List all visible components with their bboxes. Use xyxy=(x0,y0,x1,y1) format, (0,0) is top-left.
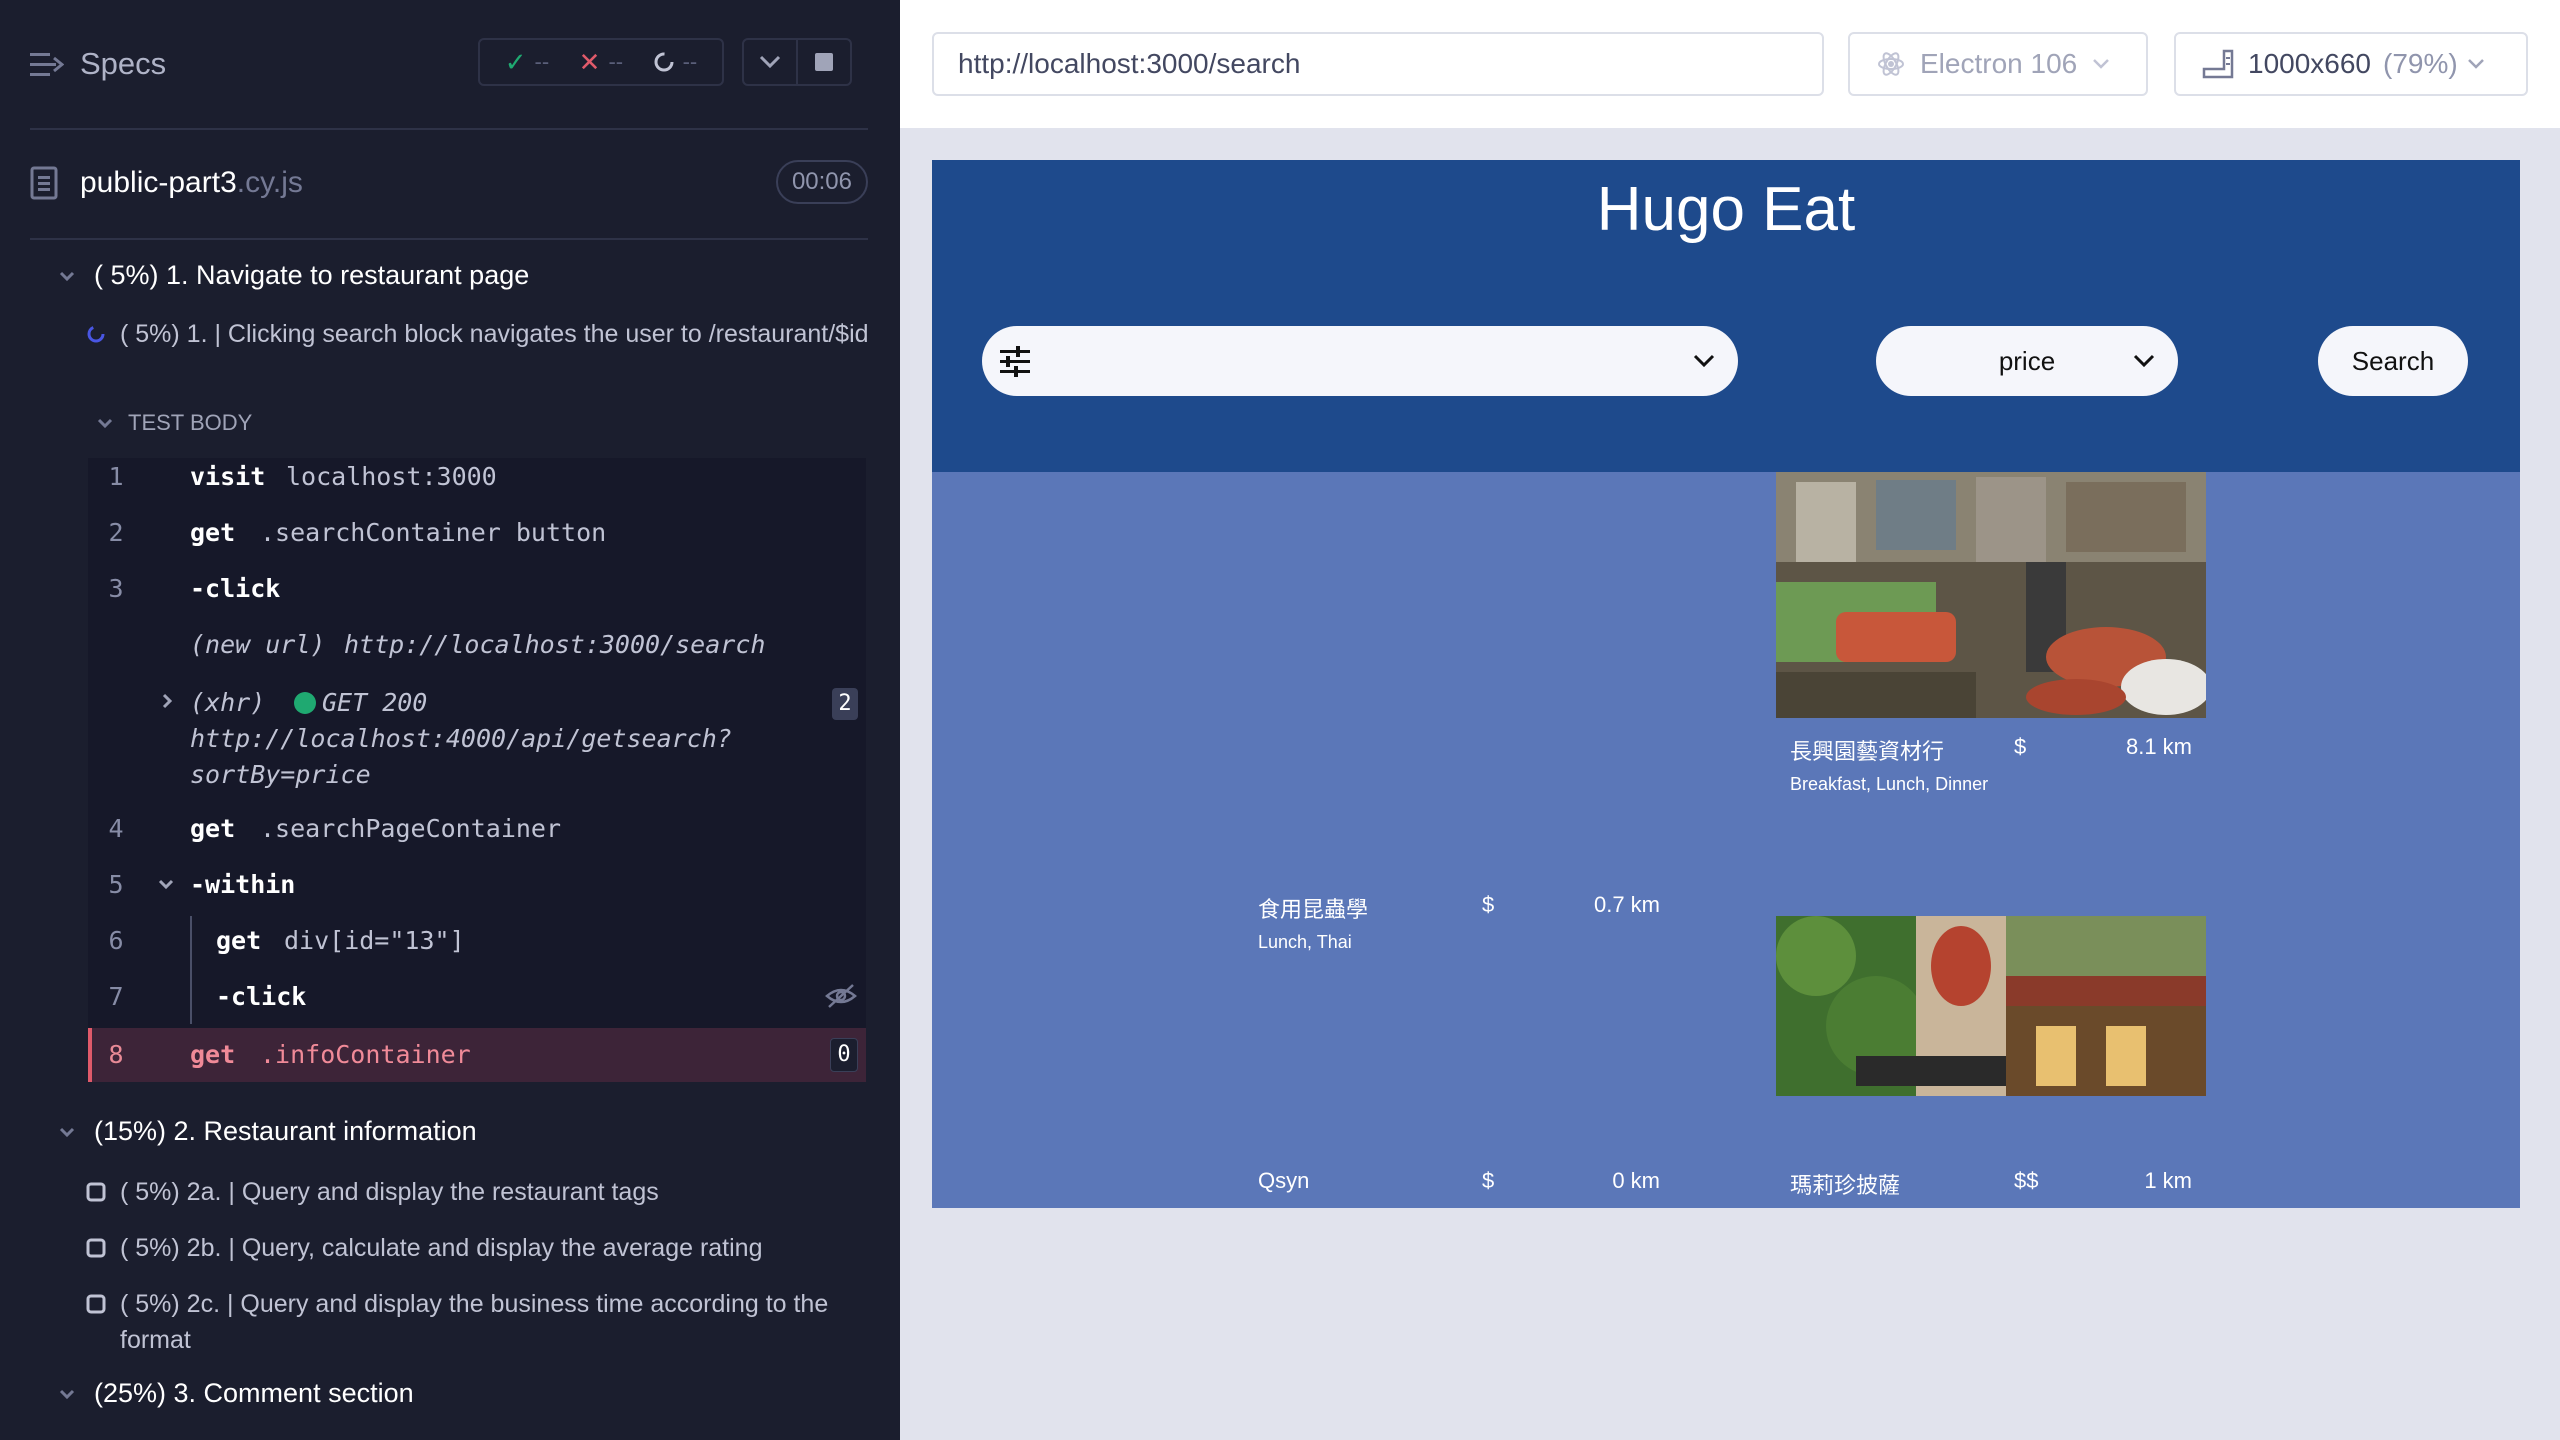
chevron-down-icon xyxy=(2093,59,2110,69)
pending-square-icon xyxy=(86,1182,106,1202)
spec-file-name: public-part3.cy.js xyxy=(80,166,303,199)
sort-select[interactable]: price xyxy=(1876,326,2178,396)
suite-comment-section[interactable]: (25%) 3. Comment section xyxy=(52,1378,414,1409)
chevron-down-icon xyxy=(59,1127,75,1137)
sliders-icon xyxy=(1000,346,1030,377)
restaurant-name: Qsyn xyxy=(1258,1168,1310,1193)
restaurant-price: $ xyxy=(2014,734,2027,759)
spec-file-header[interactable]: public-part3.cy.js 00:06 xyxy=(30,160,868,208)
element-count-badge: 0 xyxy=(830,1038,858,1072)
viewport-ruler-icon xyxy=(2202,49,2234,79)
hidden-eye-icon xyxy=(825,984,857,1008)
xhr-count-badge: 2 xyxy=(832,688,858,720)
viewport-size: 1000x660 xyxy=(2248,48,2372,79)
chevron-down-icon xyxy=(2467,59,2484,69)
url-bar[interactable]: http://localhost:3000/search xyxy=(932,32,1824,96)
pending-stat: -- xyxy=(653,49,698,75)
aut-header: http://localhost:3000/search Electron 10… xyxy=(900,0,2560,128)
chevron-down-icon xyxy=(158,879,174,890)
restaurant-name: 長興園藝資材行 xyxy=(1790,739,1945,764)
passed-count: -- xyxy=(534,49,550,74)
status-dot-icon xyxy=(294,692,316,714)
chevron-down-icon xyxy=(59,1389,75,1399)
passed-stat: ✓ -- xyxy=(505,47,549,78)
app-under-test: Hugo Eat price Search 食用昆蟲學 $ 0.7 km Lun… xyxy=(932,160,2520,1208)
electron-icon xyxy=(1878,52,1904,76)
restaurant-distance: 0 km xyxy=(1612,1168,1660,1193)
command-xhr[interactable]: (xhr) GET 200 http://localhost:4000/api/… xyxy=(88,688,866,792)
restaurant-photo xyxy=(1776,472,2206,718)
within-scope-line xyxy=(190,916,192,1024)
specs-list-icon[interactable] xyxy=(30,50,64,80)
viewport-scale: (79%) xyxy=(2383,48,2458,79)
restaurant-price: $ xyxy=(1482,892,1495,917)
toggle-auto-scroll-button[interactable] xyxy=(742,38,798,86)
restaurant-name: 瑪莉珍披薩 xyxy=(1790,1173,1901,1198)
pending-count: -- xyxy=(682,49,698,74)
suite-navigate[interactable]: ( 5%) 1. Navigate to restaurant page xyxy=(52,260,529,291)
url-text: http://localhost:3000/search xyxy=(958,48,1301,79)
failed-count: -- xyxy=(608,49,624,74)
x-icon: ✕ xyxy=(578,46,601,77)
browser-selector[interactable]: Electron 106 xyxy=(1848,32,2148,96)
reporter-header: Specs ✓ -- ✕ -- -- xyxy=(0,0,900,130)
restaurant-card[interactable]: 食用昆蟲學 $ 0.7 km Lunch, Thai xyxy=(1244,472,1674,972)
specs-title[interactable]: Specs xyxy=(80,46,166,82)
test-body-label: TEST BODY xyxy=(128,410,253,435)
browser-name: Electron 106 xyxy=(1920,48,2078,79)
suite-label: (15%) 2. Restaurant information xyxy=(94,1116,477,1146)
restaurant-distance: 8.1 km xyxy=(2125,734,2192,759)
search-button[interactable]: Search xyxy=(2318,326,2468,396)
app-title: Hugo Eat xyxy=(1596,175,1856,244)
run-duration: 00:06 xyxy=(775,160,868,204)
test-title: ( 5%) 1. | Clicking search block navigat… xyxy=(120,320,869,348)
spec-file-ext: .cy.js xyxy=(236,166,303,199)
suite-label: ( 5%) 1. Navigate to restaurant page xyxy=(94,260,530,290)
chevron-down-icon xyxy=(97,418,113,429)
reporter-panel: Specs ✓ -- ✕ -- -- public-part3.cy.js 00… xyxy=(0,0,900,1440)
chevron-down-icon xyxy=(59,271,75,281)
chevron-down-icon xyxy=(2133,354,2155,368)
check-icon: ✓ xyxy=(504,46,527,77)
spinner-icon xyxy=(654,52,674,72)
file-divider xyxy=(30,238,868,240)
restaurant-card[interactable]: 瑪莉珍披薩 $$ 1 km xyxy=(1776,916,2206,1208)
chevron-down-icon xyxy=(759,55,781,69)
restaurant-card[interactable]: Qsyn $ 0 km xyxy=(1244,916,1674,1208)
test-body-toggle[interactable]: TEST BODY xyxy=(94,410,252,436)
chevron-right-icon xyxy=(162,693,173,709)
restaurant-distance: 1 km xyxy=(2144,1168,2192,1193)
restaurant-price: $$ xyxy=(2014,1168,2039,1193)
failed-stat: ✕ -- xyxy=(579,47,623,78)
stop-icon xyxy=(815,53,833,71)
restaurant-price: $ xyxy=(1482,1168,1495,1193)
filter-select[interactable] xyxy=(982,326,1738,396)
test-stats: ✓ -- ✕ -- -- xyxy=(478,38,724,86)
restaurant-distance: 0.7 km xyxy=(1593,892,1660,917)
pending-square-icon xyxy=(86,1238,106,1258)
store-photo-image xyxy=(1776,472,2206,718)
running-spinner-icon xyxy=(87,325,105,343)
file-icon xyxy=(30,166,58,200)
pizza-shop-image xyxy=(1776,916,2206,1096)
viewport-selector[interactable]: 1000x660 (79%) xyxy=(2174,32,2528,96)
header-divider xyxy=(30,128,868,130)
restaurant-photo xyxy=(1776,916,2206,1096)
suite-label: (25%) 3. Comment section xyxy=(94,1378,414,1408)
suite-restaurant-information[interactable]: (15%) 2. Restaurant information xyxy=(52,1116,477,1147)
restaurant-tags: Breakfast, Lunch, Dinner xyxy=(1790,774,1989,794)
stop-button[interactable] xyxy=(796,38,852,86)
pending-square-icon xyxy=(86,1294,106,1314)
restaurant-card[interactable]: 長興園藝資材行 $ 8.1 km Breakfast, Lunch, Dinne… xyxy=(1776,472,2206,972)
app-header: Hugo Eat price Search xyxy=(932,160,2520,472)
chevron-down-icon xyxy=(1693,354,1715,368)
